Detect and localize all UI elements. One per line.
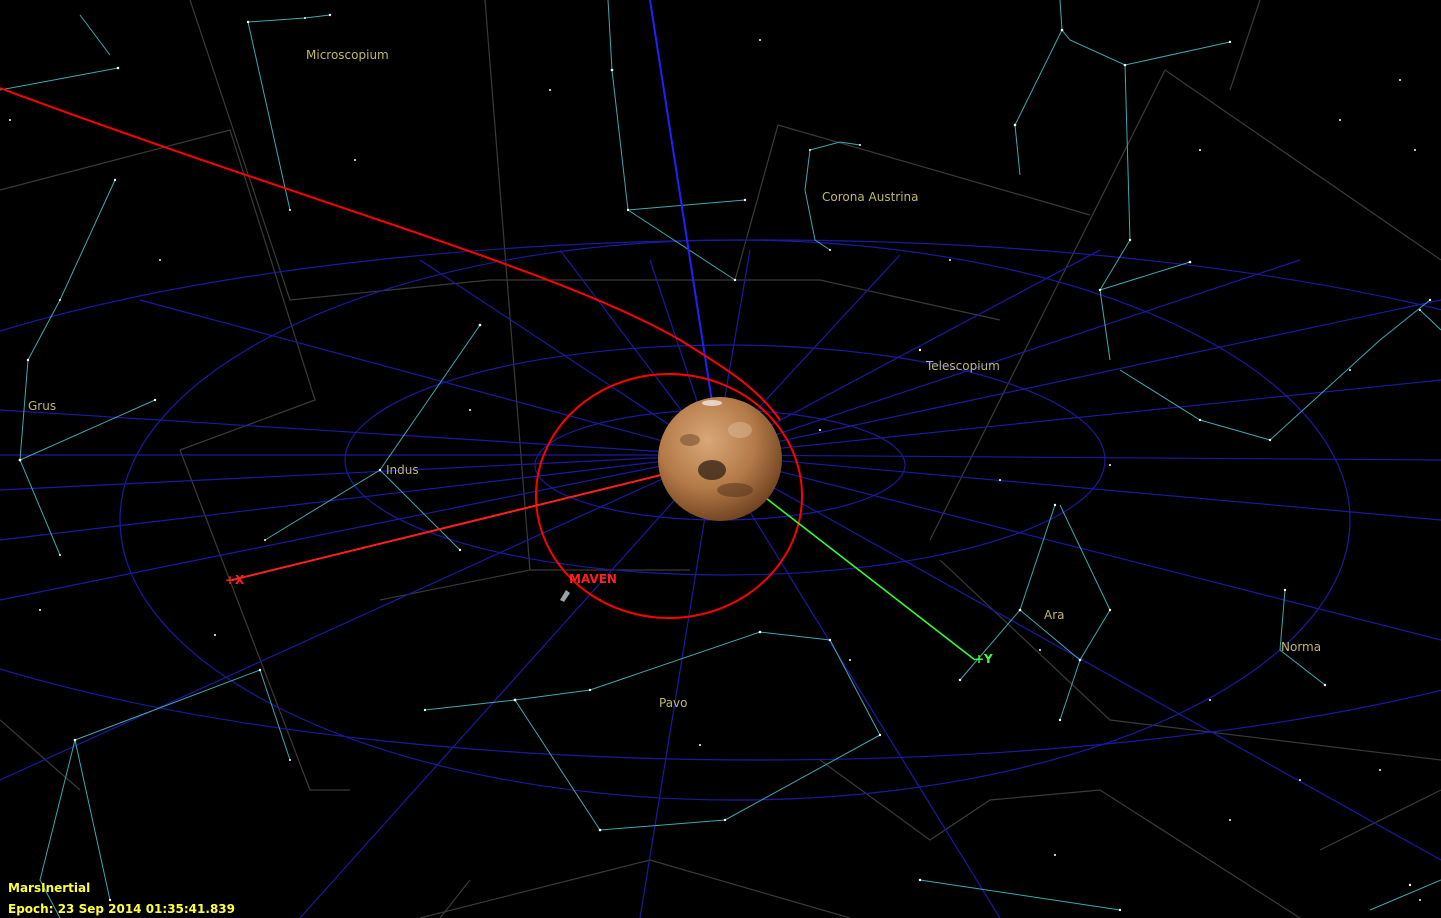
mars-planet[interactable] [658,397,782,521]
constellation-label-pavo: Pavo [659,696,688,710]
constellation-label-microscopium: Microscopium [306,48,389,62]
constellation-label-corona-austrina: Corona Austrina [822,190,919,204]
3d-orbit-view[interactable]: Microscopium Corona Austrina Telescopium… [0,0,1441,918]
epoch-readout: Epoch: 23 Sep 2014 01:35:41.839 [8,902,235,916]
y-axis-label: +Y [974,652,993,666]
x-axis [231,473,666,581]
constellation-label-norma: Norma [1281,640,1321,654]
maven-spacecraft-icon[interactable] [560,590,570,602]
constellation-label-indus: Indus [386,463,419,477]
epoch-value: 23 Sep 2014 01:35:41.839 [57,902,235,916]
inertial-grid [0,239,1441,918]
constellation-label-grus: Grus [28,399,56,413]
maven-label[interactable]: MAVEN [569,572,617,586]
constellation-label-ara: Ara [1044,608,1065,622]
constellation-label-telescopium: Telescopium [925,359,1000,373]
x-axis-label: +X [225,573,245,587]
coordinate-frame-label: MarsInertial [8,881,91,895]
epoch-label: Epoch: [8,902,54,916]
